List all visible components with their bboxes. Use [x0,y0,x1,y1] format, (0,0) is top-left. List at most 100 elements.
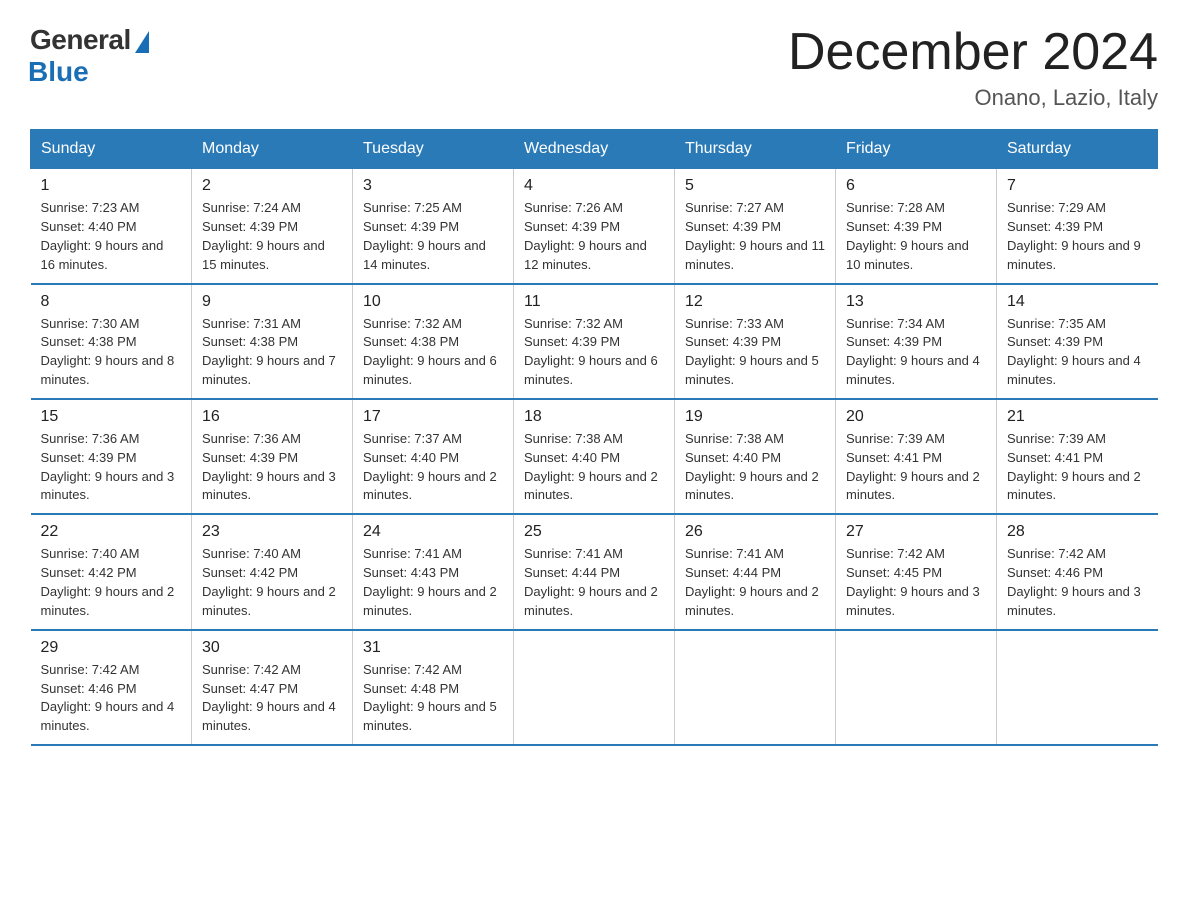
logo-general-text: General [30,24,131,56]
calendar-week-row: 22 Sunrise: 7:40 AMSunset: 4:42 PMDayligh… [31,514,1158,629]
calendar-cell: 5Sunrise: 7:27 AMSunset: 4:39 PMDaylight… [675,169,836,284]
calendar-cell: 19Sunrise: 7:38 AMSunset: 4:40 PMDayligh… [675,399,836,514]
calendar-week-row: 1Sunrise: 7:23 AMSunset: 4:40 PMDaylight… [31,169,1158,284]
page-header: General Blue December 2024 Onano, Lazio,… [30,24,1158,111]
calendar-cell: 22 Sunrise: 7:40 AMSunset: 4:42 PMDayligh… [31,514,192,629]
cell-info: Sunrise: 7:42 AMSunset: 4:45 PMDaylight:… [846,546,980,618]
day-number: 14 [1007,293,1148,311]
cell-info: Sunrise: 7:32 AMSunset: 4:39 PMDaylight:… [524,316,658,388]
day-number: 6 [846,177,986,195]
calendar-cell: 25 Sunrise: 7:41 AMSunset: 4:44 PMDayligh… [514,514,675,629]
calendar-week-row: 29 Sunrise: 7:42 AMSunset: 4:46 PMDayligh… [31,630,1158,745]
calendar-cell: 1Sunrise: 7:23 AMSunset: 4:40 PMDaylight… [31,169,192,284]
cell-info: Sunrise: 7:40 AMSunset: 4:42 PMDaylight:… [41,546,175,618]
cell-info: Sunrise: 7:34 AMSunset: 4:39 PMDaylight:… [846,316,980,388]
cell-info: Sunrise: 7:29 AMSunset: 4:39 PMDaylight:… [1007,200,1141,272]
cell-info: Sunrise: 7:39 AMSunset: 4:41 PMDaylight:… [846,431,980,503]
calendar-cell: 2Sunrise: 7:24 AMSunset: 4:39 PMDaylight… [192,169,353,284]
cell-info: Sunrise: 7:36 AMSunset: 4:39 PMDaylight:… [41,431,175,503]
calendar-cell: 27Sunrise: 7:42 AMSunset: 4:45 PMDayligh… [836,514,997,629]
calendar-cell: 10 Sunrise: 7:32 AMSunset: 4:38 PMDayligh… [353,284,514,399]
location-text: Onano, Lazio, Italy [788,85,1158,111]
calendar-week-row: 15 Sunrise: 7:36 AMSunset: 4:39 PMDayligh… [31,399,1158,514]
cell-info: Sunrise: 7:37 AMSunset: 4:40 PMDaylight:… [363,431,497,503]
day-number: 4 [524,177,664,195]
day-number: 10 [363,293,503,311]
day-number: 7 [1007,177,1148,195]
cell-info: Sunrise: 7:41 AMSunset: 4:43 PMDaylight:… [363,546,497,618]
column-header-tuesday: Tuesday [353,130,514,169]
day-number: 30 [202,639,342,657]
cell-info: Sunrise: 7:30 AMSunset: 4:38 PMDaylight:… [41,316,175,388]
day-number: 9 [202,293,342,311]
calendar-cell: 15 Sunrise: 7:36 AMSunset: 4:39 PMDayligh… [31,399,192,514]
calendar-cell [997,630,1158,745]
calendar-header-row: SundayMondayTuesdayWednesdayThursdayFrid… [31,130,1158,169]
column-header-thursday: Thursday [675,130,836,169]
calendar-cell: 21Sunrise: 7:39 AMSunset: 4:41 PMDayligh… [997,399,1158,514]
cell-info: Sunrise: 7:42 AMSunset: 4:46 PMDaylight:… [1007,546,1141,618]
cell-info: Sunrise: 7:27 AMSunset: 4:39 PMDaylight:… [685,200,825,272]
cell-info: Sunrise: 7:25 AMSunset: 4:39 PMDaylight:… [363,200,486,272]
day-number: 22 [41,523,182,541]
calendar-cell: 7 Sunrise: 7:29 AMSunset: 4:39 PMDaylight… [997,169,1158,284]
cell-info: Sunrise: 7:42 AMSunset: 4:47 PMDaylight:… [202,662,336,734]
column-header-sunday: Sunday [31,130,192,169]
day-number: 15 [41,408,182,426]
cell-info: Sunrise: 7:42 AMSunset: 4:46 PMDaylight:… [41,662,175,734]
month-title: December 2024 [788,24,1158,81]
calendar-cell: 9Sunrise: 7:31 AMSunset: 4:38 PMDaylight… [192,284,353,399]
calendar-cell: 8Sunrise: 7:30 AMSunset: 4:38 PMDaylight… [31,284,192,399]
title-block: December 2024 Onano, Lazio, Italy [788,24,1158,111]
day-number: 23 [202,523,342,541]
calendar-cell: 29 Sunrise: 7:42 AMSunset: 4:46 PMDayligh… [31,630,192,745]
calendar-cell: 26 Sunrise: 7:41 AMSunset: 4:44 PMDayligh… [675,514,836,629]
logo-blue-text: Blue [28,56,89,88]
day-number: 29 [41,639,182,657]
calendar-cell: 11 Sunrise: 7:32 AMSunset: 4:39 PMDayligh… [514,284,675,399]
day-number: 11 [524,293,664,311]
calendar-cell: 4 Sunrise: 7:26 AMSunset: 4:39 PMDaylight… [514,169,675,284]
calendar-cell: 23 Sunrise: 7:40 AMSunset: 4:42 PMDayligh… [192,514,353,629]
column-header-saturday: Saturday [997,130,1158,169]
cell-info: Sunrise: 7:26 AMSunset: 4:39 PMDaylight:… [524,200,647,272]
cell-info: Sunrise: 7:42 AMSunset: 4:48 PMDaylight:… [363,662,497,734]
day-number: 26 [685,523,825,541]
day-number: 13 [846,293,986,311]
calendar-cell: 14 Sunrise: 7:35 AMSunset: 4:39 PMDayligh… [997,284,1158,399]
cell-info: Sunrise: 7:38 AMSunset: 4:40 PMDaylight:… [524,431,658,503]
calendar-cell: 16 Sunrise: 7:36 AMSunset: 4:39 PMDayligh… [192,399,353,514]
day-number: 31 [363,639,503,657]
calendar-cell: 3 Sunrise: 7:25 AMSunset: 4:39 PMDaylight… [353,169,514,284]
cell-info: Sunrise: 7:33 AMSunset: 4:39 PMDaylight:… [685,316,819,388]
calendar-table: SundayMondayTuesdayWednesdayThursdayFrid… [30,129,1158,746]
cell-info: Sunrise: 7:38 AMSunset: 4:40 PMDaylight:… [685,431,819,503]
logo-triangle-icon [135,31,149,53]
day-number: 21 [1007,408,1148,426]
day-number: 18 [524,408,664,426]
day-number: 17 [363,408,503,426]
calendar-cell [836,630,997,745]
cell-info: Sunrise: 7:32 AMSunset: 4:38 PMDaylight:… [363,316,497,388]
day-number: 24 [363,523,503,541]
cell-info: Sunrise: 7:35 AMSunset: 4:39 PMDaylight:… [1007,316,1141,388]
calendar-cell: 30 Sunrise: 7:42 AMSunset: 4:47 PMDayligh… [192,630,353,745]
column-header-wednesday: Wednesday [514,130,675,169]
day-number: 16 [202,408,342,426]
calendar-cell [514,630,675,745]
day-number: 3 [363,177,503,195]
day-number: 25 [524,523,664,541]
cell-info: Sunrise: 7:40 AMSunset: 4:42 PMDaylight:… [202,546,336,618]
calendar-cell: 6Sunrise: 7:28 AMSunset: 4:39 PMDaylight… [836,169,997,284]
cell-info: Sunrise: 7:36 AMSunset: 4:39 PMDaylight:… [202,431,336,503]
day-number: 12 [685,293,825,311]
cell-info: Sunrise: 7:41 AMSunset: 4:44 PMDaylight:… [685,546,819,618]
logo: General Blue [30,24,149,88]
day-number: 1 [41,177,182,195]
day-number: 28 [1007,523,1148,541]
calendar-cell [675,630,836,745]
cell-info: Sunrise: 7:41 AMSunset: 4:44 PMDaylight:… [524,546,658,618]
calendar-cell: 24 Sunrise: 7:41 AMSunset: 4:43 PMDayligh… [353,514,514,629]
calendar-cell: 12 Sunrise: 7:33 AMSunset: 4:39 PMDayligh… [675,284,836,399]
column-header-friday: Friday [836,130,997,169]
